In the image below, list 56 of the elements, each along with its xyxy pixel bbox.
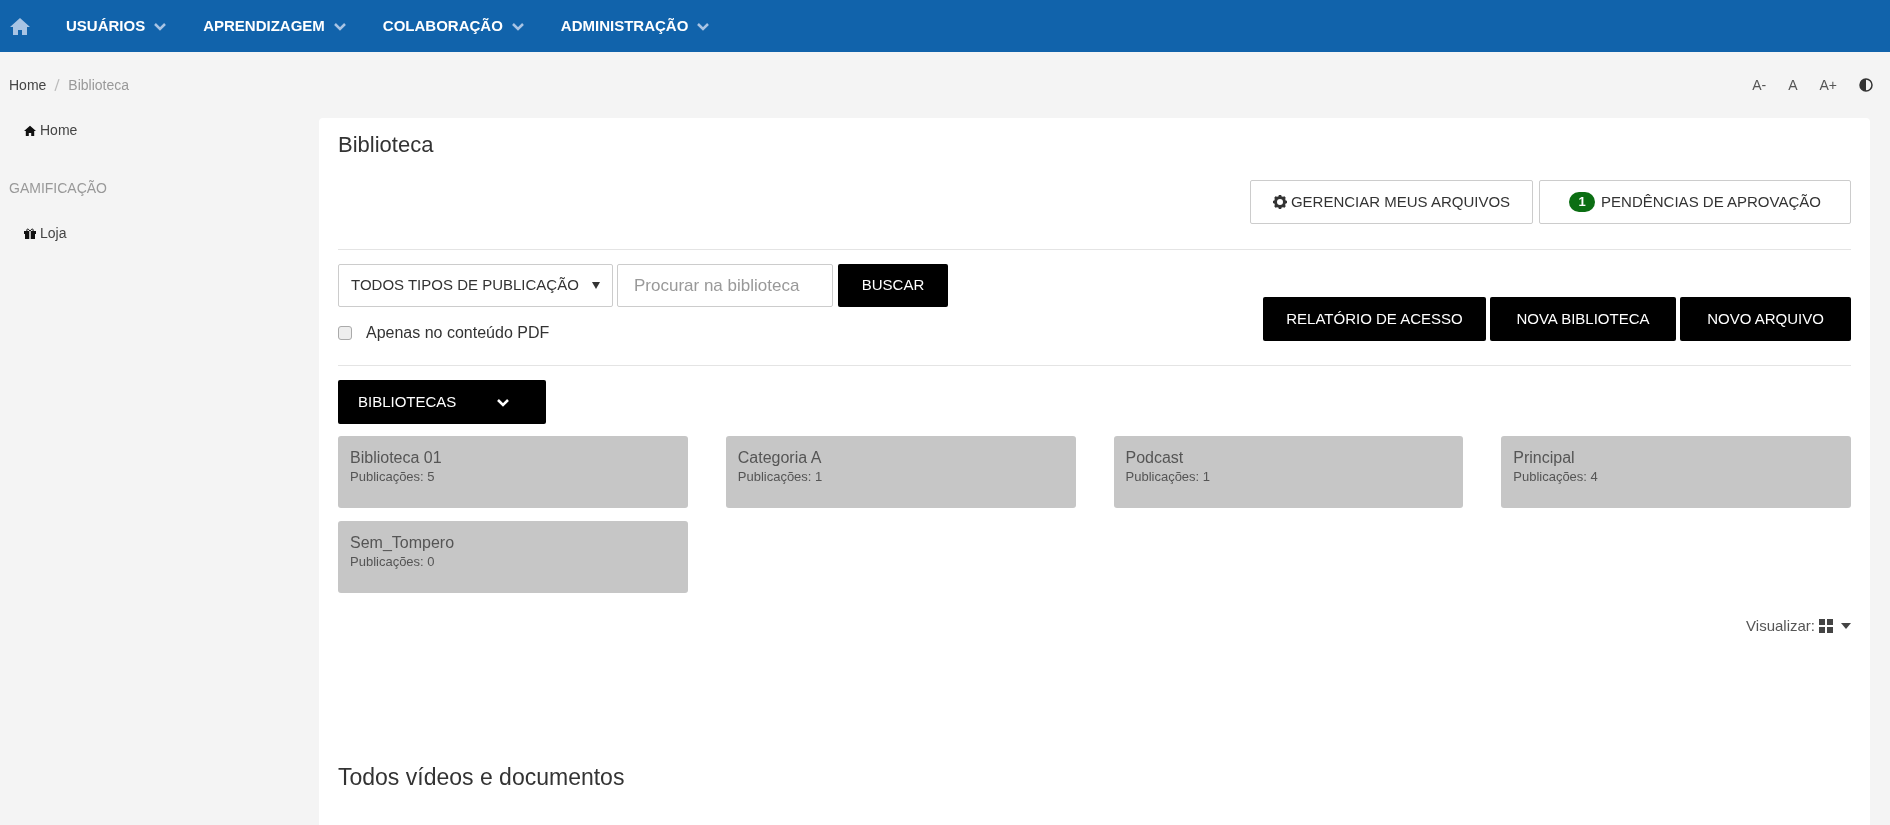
section-title: Todos vídeos e documentos [338,762,626,792]
page-title: Biblioteca [338,131,435,159]
caret-down-icon[interactable] [1841,623,1851,630]
library-name: Podcast [1125,448,1185,468]
type-dropdown[interactable]: TODOS TIPOS DE PUBLICAÇÃO [338,264,613,307]
toolbar-button[interactable]: GERENCIAR MEUS ARQUIVOS [1250,180,1533,224]
sidebar-item[interactable]: Home [0,120,319,140]
nav-menu[interactable]: ADMINISTRAÇÃO [560,14,711,38]
gear-icon [1272,195,1287,209]
font-size-button[interactable]: A [1788,74,1798,96]
library-name: Biblioteca 01 [350,448,443,468]
library-name: Principal [1513,448,1576,468]
library-count: Publicações: 1 [1125,468,1212,486]
nav-menu[interactable]: USUÁRIOS [66,14,168,38]
checkbox[interactable] [338,326,352,340]
font-size-button[interactable]: A+ [1819,74,1837,96]
font-size-button[interactable]: A- [1752,74,1767,96]
chevron-down-icon [696,21,711,31]
breadcrumb-separator [54,79,61,91]
breadcrumb-link[interactable]: Home [9,74,47,96]
library-card[interactable]: Podcast Publicações: 1 [1113,436,1464,508]
search-field[interactable]: Procurar na biblioteca [617,264,833,307]
count-badge: 1 [1569,192,1596,212]
sidebar-item[interactable]: Loja [0,223,319,243]
dropdown-arrow-icon [592,282,600,289]
search-button[interactable]: BUSCAR [838,264,948,307]
toolbar-button[interactable]: 1 PENDÊNCIAS DE APROVAÇÃO [1539,180,1851,224]
chevron-down-icon [153,21,168,31]
library-count: Publicações: 5 [350,468,436,486]
chevron-down-icon [496,397,511,407]
nav-menu[interactable]: APRENDIZAGEM [203,14,347,38]
home-icon[interactable] [10,17,30,35]
view-label: Visualizar: [1746,616,1815,636]
action-button[interactable]: NOVO ARQUIVO [1680,297,1851,341]
nav-menu[interactable]: COLABORAÇÃO [382,14,525,38]
library-name: Categoria A [737,448,823,468]
sidebar-heading: GAMIFICAÇÃO [8,179,108,198]
checkbox-label: Apenas no conteúdo PDF [366,323,550,343]
chevron-down-icon [510,21,525,31]
contrast-icon[interactable] [1859,78,1873,92]
chevron-down-icon [332,21,347,31]
library-card[interactable]: Principal Publicações: 4 [1501,436,1851,508]
libraries-dropdown-button[interactable]: BIBLIOTECAS [338,380,546,424]
breadcrumb-current: Biblioteca [68,75,130,95]
library-name: Sem_Tompero [350,533,456,553]
gift-icon [24,227,36,239]
library-card[interactable]: Biblioteca 01 Publicações: 5 [338,436,688,508]
action-button[interactable]: RELATÓRIO DE ACESSO [1263,297,1486,341]
grid-view-icon[interactable] [1819,619,1833,634]
action-button[interactable]: NOVA BIBLIOTECA [1490,297,1676,341]
library-card[interactable]: Sem_Tompero Publicações: 0 [338,521,688,593]
library-card[interactable]: Categoria A Publicações: 1 [725,436,1076,508]
library-count: Publicações: 4 [1513,468,1599,486]
home-icon [24,124,36,136]
library-count: Publicações: 0 [350,553,436,571]
library-count: Publicações: 1 [737,468,824,486]
